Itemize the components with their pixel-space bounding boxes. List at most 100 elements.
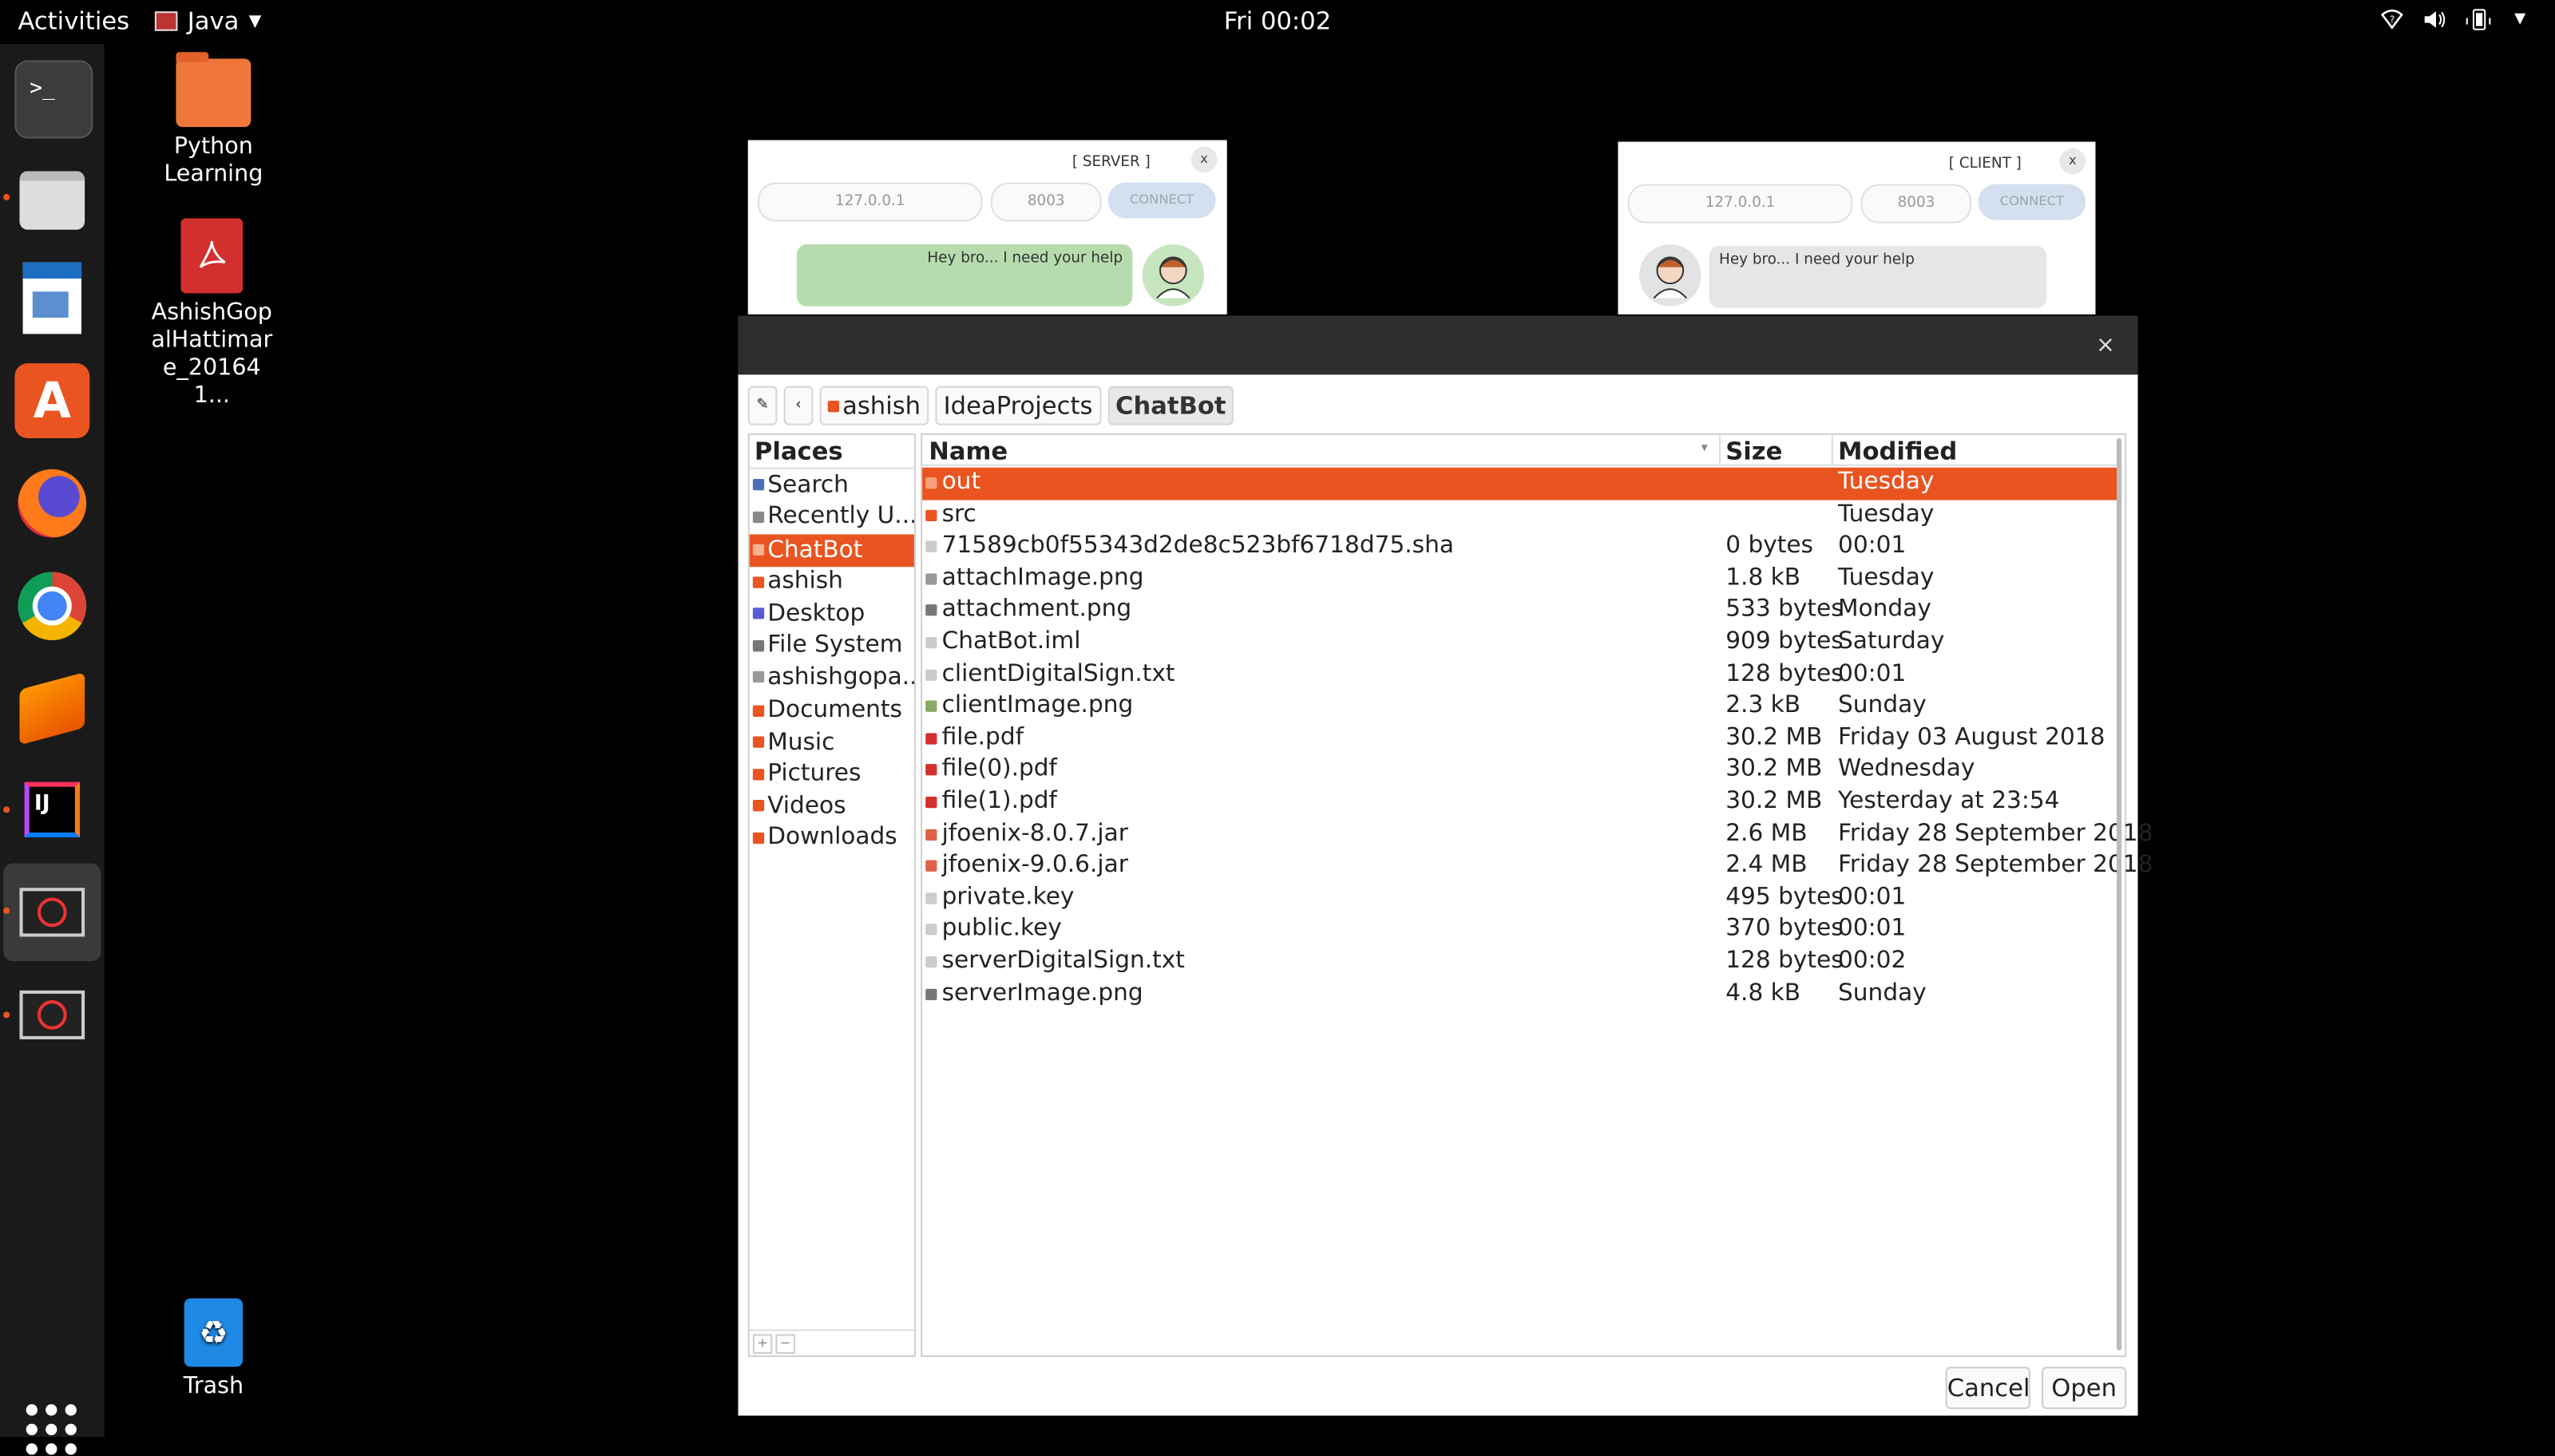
file-icon [925,572,937,585]
file-modified: 00:01 [1838,660,1907,687]
port-field[interactable]: 8003 [990,182,1102,222]
file-row[interactable]: private.key 495 bytes 00:01 [922,883,2121,915]
place-item[interactable]: Downloads [750,822,914,854]
desktop-trash[interactable]: ♻ Trash [132,1298,295,1402]
file-list: Name ▾ Size Modified out Tuesday src Tuesda… [921,433,2153,1357]
edit-location-button[interactable]: ✎ [747,386,778,425]
place-item[interactable]: Recently U... [750,501,914,533]
place-item[interactable]: ashishgopa... [750,662,914,694]
cancel-button[interactable]: Cancel [1945,1367,2030,1410]
close-button[interactable]: x [1190,146,1218,173]
place-item[interactable]: Pictures [750,758,914,790]
top-bar: Activities Java ▼ Fri 00:02 ? ▼ [0,0,2555,45]
file-name: clientImage.png [941,692,1134,719]
files-icon[interactable] [14,163,89,238]
connect-button[interactable]: CONNECT [1978,184,2086,220]
column-name[interactable]: Name [929,437,1008,466]
ip-field[interactable]: 127.0.0.1 [1627,184,1853,224]
server-window[interactable]: [ SERVER ] x 127.0.0.1 8003 CONNECT Hey … [747,140,1227,315]
avatar [1639,244,1701,307]
file-chooser-dialog[interactable]: × ✎ ‹ ashish IdeaProjects ChatBot Places… [738,315,2153,1416]
file-icon [925,477,937,489]
software-center-icon[interactable]: A [14,363,90,438]
place-label: Pictures [767,761,862,788]
file-row[interactable]: jfoenix-9.0.6.jar 2.4 MB Friday 28 Septemb… [922,851,2153,883]
place-item[interactable]: Search [750,469,914,501]
place-label: Recently U... [767,504,914,530]
java-window-icon[interactable] [14,875,89,950]
file-name: 71589cb0f55343d2de8c523bf6718d75.sha [941,532,1454,560]
file-row[interactable]: out Tuesday [922,467,2122,500]
breadcrumb-label: ashish [842,390,921,421]
file-icon [925,892,937,904]
add-bookmark-button[interactable]: + [752,1334,773,1354]
remove-bookmark-button[interactable]: − [775,1334,795,1354]
file-row[interactable]: public.key 370 bytes 00:01 [922,915,2121,947]
file-name: out [941,469,981,496]
java-app-icon [154,11,178,31]
intellij-icon[interactable]: IJ [14,772,89,847]
place-item[interactable]: ChatBot [749,534,914,567]
breadcrumb-ashish[interactable]: ashish [819,386,929,425]
close-icon[interactable]: × [2096,332,2115,358]
file-row[interactable]: clientImage.png 2.3 kB Sunday [922,691,2121,723]
back-button[interactable]: ‹ [783,386,814,425]
file-name: serverImage.png [941,979,1143,1007]
close-button[interactable]: x [2059,148,2086,175]
file-size: 0 bytes [1725,532,1813,560]
place-icon [752,800,765,812]
file-size: 495 bytes [1725,884,1844,911]
file-row[interactable]: attachment.png 533 bytes Monday [922,595,2121,627]
app-menu-label: Java [187,6,240,36]
file-row[interactable]: attachImage.png 1.8 kB Tuesday [922,564,2121,595]
file-row[interactable]: ChatBot.iml 909 bytes Saturday [922,627,2121,659]
terminal-icon[interactable]: >_ [14,60,93,139]
place-icon [752,511,765,523]
chrome-icon[interactable] [14,568,89,643]
firefox-icon[interactable] [14,466,89,541]
file-row[interactable]: 71589cb0f55343d2de8c523bf6718d75.sha 0 by… [922,532,2121,564]
place-item[interactable]: Videos [750,790,914,822]
file-icon [925,604,937,617]
open-button[interactable]: Open [2042,1367,2127,1410]
file-icon [925,796,937,809]
show-applications-icon[interactable] [26,1404,78,1456]
file-row[interactable]: file(0).pdf 30.2 MB Wednesday [922,755,2121,787]
file-row[interactable]: serverImage.png 4.8 kB Sunday [922,979,2121,1011]
desktop-folder-python-learning[interactable]: Python Learning [132,52,295,188]
file-row[interactable]: src Tuesday [922,500,2121,532]
file-name: serverDigitalSign.txt [941,948,1185,975]
app-menu[interactable]: Java ▼ [154,6,261,36]
file-size: 128 bytes [1725,660,1844,687]
system-tray[interactable]: ? ▼ [2380,8,2525,38]
ip-field[interactable]: 127.0.0.1 [757,182,983,222]
breadcrumb-ideaprojects[interactable]: IdeaProjects [935,386,1101,425]
port-field[interactable]: 8003 [1860,184,1972,224]
place-icon [752,705,765,717]
file-row[interactable]: jfoenix-8.0.7.jar 2.6 MB Friday 28 Septemb… [922,819,2153,851]
file-modified: 00:01 [1838,884,1907,911]
file-row[interactable]: file.pdf 30.2 MB Friday 03 August 2018 [922,723,2121,755]
column-modified[interactable]: Modified [1838,437,1957,466]
file-row[interactable]: clientDigitalSign.txt 128 bytes 00:01 [922,659,2121,691]
file-row[interactable]: file(1).pdf 30.2 MB Yesterday at 23:54 [922,787,2121,819]
column-size[interactable]: Size [1725,437,1782,466]
place-item[interactable]: Music [750,726,914,758]
scrollbar[interactable] [2116,437,2122,1351]
place-item[interactable]: File System [750,630,914,662]
writer-icon[interactable] [14,261,89,336]
place-item[interactable]: ashish [750,566,914,598]
connect-button[interactable]: CONNECT [1107,182,1216,219]
clock[interactable]: Fri 00:02 [1224,6,1331,36]
java-window-icon[interactable] [14,977,89,1052]
breadcrumb-chatbot[interactable]: ChatBot [1107,386,1234,425]
place-item[interactable]: Documents [750,694,914,726]
file-name: private.key [941,884,1075,911]
client-window[interactable]: [ CLIENT ] x 127.0.0.1 8003 CONNECT Hey … [1618,141,2096,315]
dialog-titlebar[interactable]: × [738,315,2138,375]
place-item[interactable]: Desktop [750,598,914,630]
sublime-icon[interactable] [14,671,89,746]
desktop-file-pdf[interactable]: AshishGopalHattimare_201641... [130,218,293,410]
activities-button[interactable]: Activities [18,6,129,36]
file-row[interactable]: serverDigitalSign.txt 128 bytes 00:02 [922,947,2121,979]
